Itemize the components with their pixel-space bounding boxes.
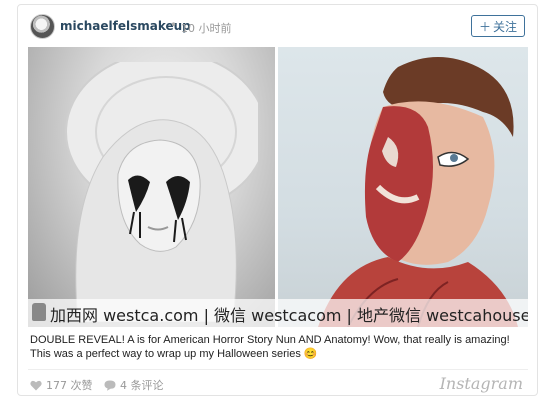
nun-figure-illustration	[65, 62, 258, 322]
likes-label: 177 次赞	[46, 379, 93, 392]
anatomy-makeup-photo	[278, 47, 528, 327]
avatar[interactable]	[30, 14, 55, 39]
follow-button[interactable]: ＋ 关注	[471, 15, 525, 37]
nun-makeup-photo	[28, 47, 275, 327]
heart-icon	[30, 380, 42, 390]
anatomy-face-illustration	[318, 57, 518, 327]
post-timestamp[interactable]: 10 小时前	[181, 20, 232, 36]
instagram-embed-card: michaelfelsmakeup • 10 小时前 ＋ 关注 加西网 west…	[17, 4, 538, 396]
watermark-icon	[32, 303, 46, 321]
instagram-logo[interactable]: Instagram	[440, 374, 523, 393]
comments-label: 4 条评论	[120, 379, 164, 392]
watermark-text: 加西网 westca.com | 微信 westcacom | 地产微信 wes…	[50, 306, 528, 325]
speech-bubble-icon	[104, 380, 116, 391]
post-media[interactable]	[28, 47, 528, 327]
separator-dot: •	[170, 18, 178, 32]
likes-count[interactable]: 177 次赞	[30, 377, 93, 393]
divider	[28, 369, 528, 370]
comments-count[interactable]: 4 条评论	[104, 377, 164, 393]
plus-icon: ＋	[478, 19, 491, 34]
post-footer: 177 次赞 4 条评论 Instagram	[18, 371, 537, 397]
follow-label: 关注	[493, 19, 518, 34]
watermark-banner: 加西网 westca.com | 微信 westcacom | 地产微信 wes…	[28, 299, 528, 329]
post-caption: DOUBLE REVEAL! A is for American Horror …	[30, 334, 510, 360]
post-header: michaelfelsmakeup • 10 小时前 ＋ 关注	[18, 5, 537, 47]
